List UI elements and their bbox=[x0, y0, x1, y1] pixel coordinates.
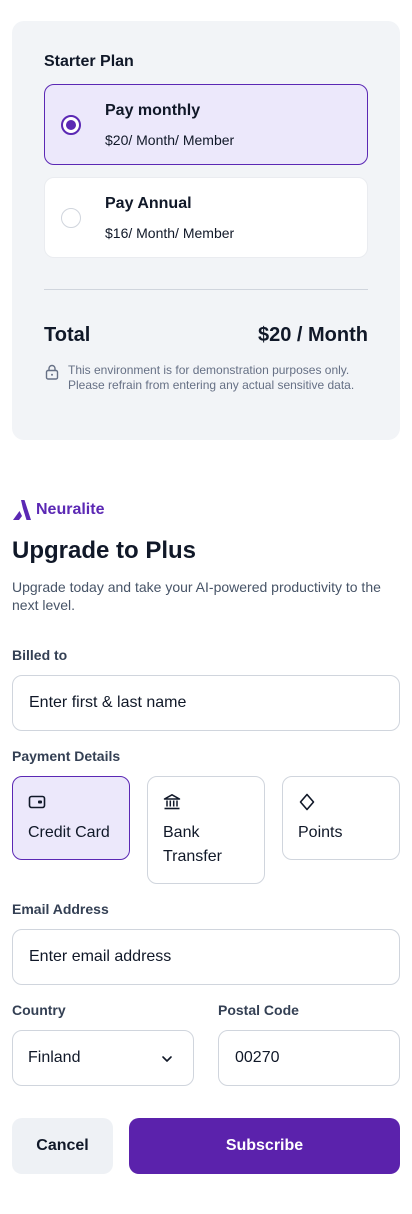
radio-selected[interactable] bbox=[61, 115, 81, 135]
option-title: Pay Annual bbox=[105, 195, 192, 212]
option-pay-monthly[interactable]: Pay monthly $20/ Month/ Member bbox=[44, 84, 368, 165]
option-price: $20/ Month/ Member bbox=[105, 132, 235, 148]
credit-card-icon bbox=[28, 795, 46, 809]
country-label: Country bbox=[12, 1002, 66, 1018]
brand-name: Neuralite bbox=[36, 501, 105, 518]
demo-notice: This environment is for demonstration pu… bbox=[68, 363, 355, 392]
plan-title: Starter Plan bbox=[44, 53, 134, 70]
postal-code-label: Postal Code bbox=[218, 1002, 299, 1018]
postal-code-input[interactable] bbox=[218, 1030, 400, 1086]
subscribe-button[interactable]: Subscribe bbox=[129, 1118, 400, 1174]
payment-method-label: Credit Card bbox=[28, 824, 110, 841]
option-pay-annual[interactable]: Pay Annual $16/ Month/ Member bbox=[44, 177, 368, 258]
country-select[interactable]: Finland bbox=[12, 1030, 194, 1086]
payment-method-label: Points bbox=[298, 824, 343, 841]
billed-to-label: Billed to bbox=[12, 647, 68, 663]
chevron-down-icon bbox=[162, 1056, 172, 1062]
option-title: Pay monthly bbox=[105, 102, 201, 119]
name-input[interactable] bbox=[12, 675, 400, 731]
payment-method-label: Bank Transfer bbox=[163, 824, 222, 865]
diamond-icon bbox=[299, 793, 315, 811]
cancel-button[interactable]: Cancel bbox=[12, 1118, 113, 1174]
payment-method-bank-transfer[interactable]: Bank Transfer bbox=[147, 776, 265, 884]
email-label: Email Address bbox=[12, 901, 109, 917]
payment-method-credit-card[interactable]: Credit Card bbox=[12, 776, 130, 860]
radio-unselected[interactable] bbox=[61, 208, 81, 228]
total-value: $20 / Month bbox=[257, 324, 368, 346]
page-title: Upgrade to Plus bbox=[12, 537, 197, 564]
option-price: $16/ Month/ Member bbox=[105, 225, 235, 241]
email-input[interactable] bbox=[12, 929, 400, 985]
bank-icon bbox=[163, 794, 181, 810]
payment-method-points[interactable]: Points bbox=[282, 776, 400, 860]
brand-logo: Neuralite bbox=[12, 499, 104, 521]
total-label: Total bbox=[44, 324, 91, 346]
plan-summary-card: Starter Plan Pay monthly $20/ Month/ Mem… bbox=[12, 21, 400, 440]
payment-details-label: Payment Details bbox=[12, 748, 121, 764]
divider bbox=[44, 289, 368, 290]
lock-icon bbox=[45, 364, 59, 380]
neuralite-logo-icon bbox=[13, 500, 31, 520]
country-value: Finland bbox=[28, 1049, 81, 1066]
page-subtitle: Upgrade today and take your AI-powered p… bbox=[12, 579, 381, 613]
